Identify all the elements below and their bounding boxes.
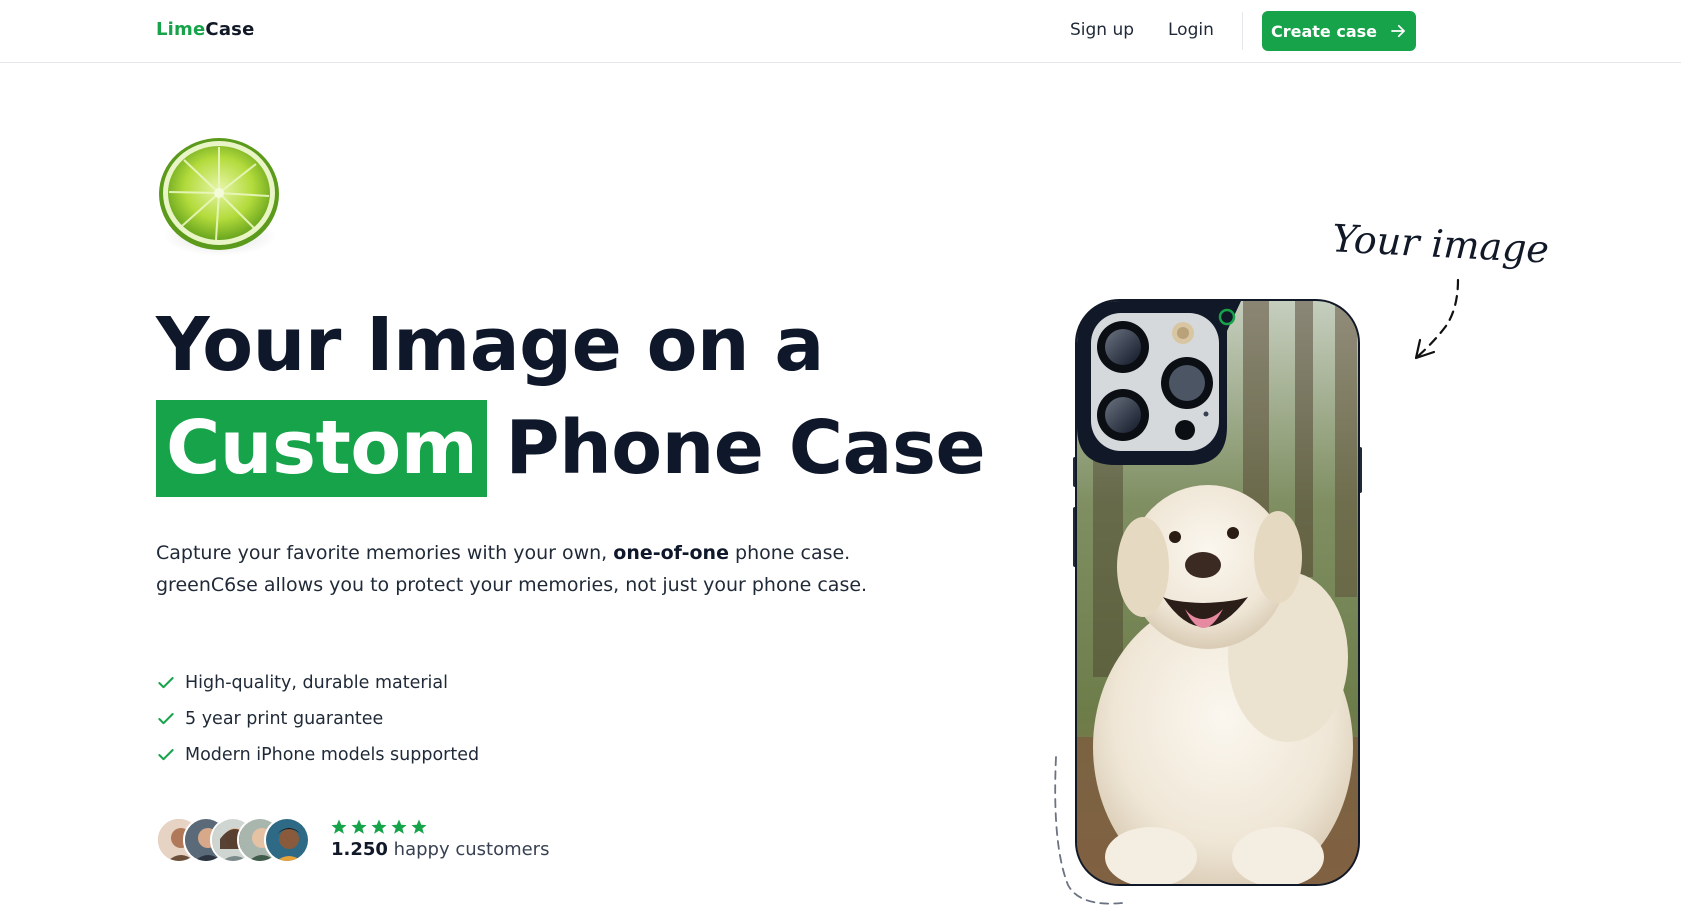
list-item: High-quality, durable material — [156, 665, 479, 701]
description-pre: Capture your favorite memories with your… — [156, 542, 614, 564]
customer-suffix: happy customers — [387, 839, 550, 860]
headline-line1: Your Image on a — [156, 302, 824, 388]
lime-image — [156, 136, 282, 258]
star-icon — [391, 819, 407, 834]
avatar — [264, 817, 310, 863]
customer-number: 1.250 — [331, 839, 388, 860]
star-icon — [371, 819, 387, 834]
description-bold: one-of-one — [613, 542, 729, 564]
phone-case-preview — [1073, 299, 1362, 886]
headline-line2-rest: Phone Case — [505, 405, 986, 491]
create-case-label: Create case — [1270, 21, 1377, 41]
login-link[interactable]: Login — [1168, 20, 1214, 40]
headline-line2: Custom Phone Case — [156, 400, 986, 497]
feature-label: 5 year print guarantee — [185, 709, 384, 729]
feature-label: High-quality, durable material — [185, 673, 448, 693]
nav-divider — [1242, 12, 1243, 50]
headline-highlight: Custom — [156, 400, 488, 497]
star-icon — [331, 819, 347, 834]
customer-count: 1.250 happy customers — [331, 839, 549, 860]
handwritten-label: Your image — [1330, 216, 1551, 272]
logo-case: Case — [205, 19, 255, 40]
arrow-right-icon — [1391, 24, 1405, 38]
feature-label: Modern iPhone models supported — [185, 745, 480, 765]
customer-avatars — [156, 817, 316, 865]
list-item: 5 year print guarantee — [156, 701, 479, 737]
feature-list: High-quality, durable material 5 year pr… — [156, 665, 479, 773]
signup-link[interactable]: Sign up — [1070, 20, 1134, 40]
dashed-arrow-icon — [1414, 278, 1460, 360]
logo[interactable]: LimeCase — [156, 19, 255, 40]
list-item: Modern iPhone models supported — [156, 737, 479, 773]
create-case-button[interactable]: Create case — [1262, 11, 1416, 51]
star-icon — [411, 819, 427, 834]
top-navbar: LimeCase Sign up Login Create case — [0, 0, 1681, 63]
hero-description: Capture your favorite memories with your… — [156, 537, 886, 601]
rating-stars — [330, 818, 428, 836]
logo-lime: Lime — [156, 19, 206, 40]
check-icon — [158, 749, 174, 761]
check-icon — [158, 713, 174, 725]
check-icon — [158, 677, 174, 689]
star-icon — [351, 819, 367, 834]
